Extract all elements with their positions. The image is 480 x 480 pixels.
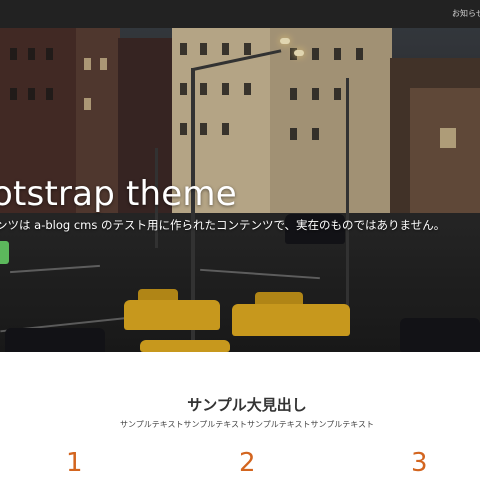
column-number: 1 [66,448,83,478]
section-heading: サンプル大見出し [187,396,307,414]
hero-title: otstrap theme [0,174,237,214]
section-text: サンプルテキストサンプルテキストサンプルテキストサンプルテキスト [119,420,375,429]
column-number: 3 [411,448,428,478]
navbar: お知らせ [0,0,480,28]
hero-banner: otstrap theme ンツは a-blog cms のテスト用に作られたコ… [0,28,480,352]
nav-link[interactable]: お知らせ [452,8,480,19]
hero-button[interactable] [0,241,9,264]
hero-lead-text: ンツは a-blog cms のテスト用に作られたコンテンツで、実在のものではあ… [0,218,446,232]
column-number: 2 [239,448,256,478]
